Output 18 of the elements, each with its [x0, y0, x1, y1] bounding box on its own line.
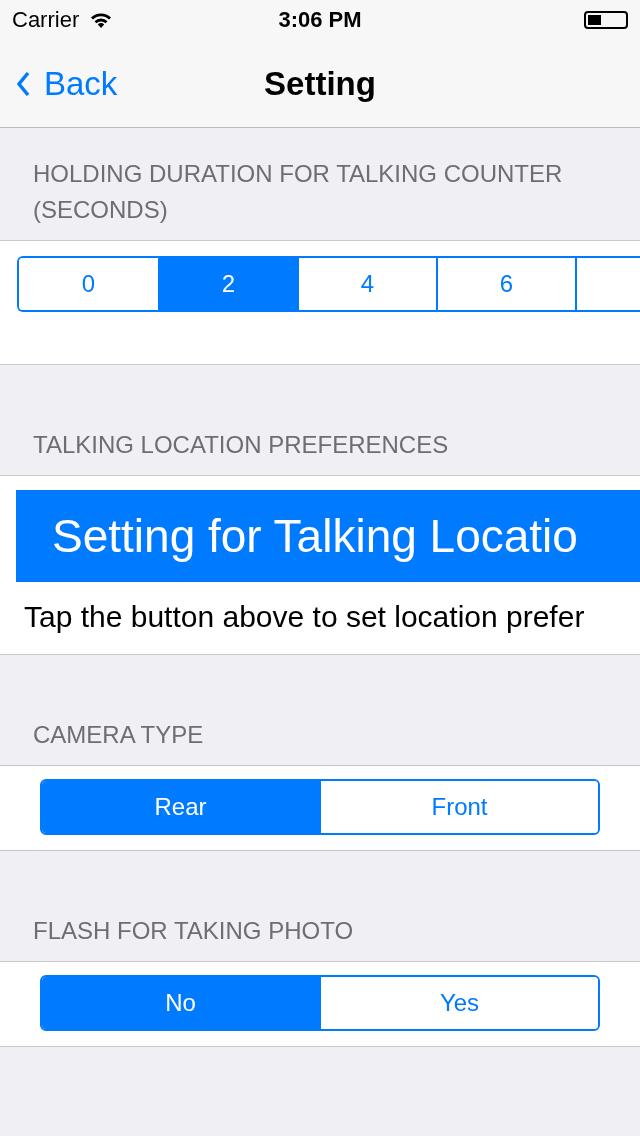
- chevron-icon: [16, 70, 30, 97]
- back-button[interactable]: Back: [0, 64, 118, 103]
- screen-title: Setting: [264, 64, 376, 103]
- wifi-icon: [89, 11, 114, 29]
- segment-option[interactable]: Front: [319, 781, 598, 833]
- hint-text: Tap the button above to set location prefer: [23, 599, 586, 634]
- section-header: CAMERA TYPE: [32, 720, 205, 750]
- segment-option[interactable]: No: [42, 977, 319, 1029]
- section-header: TALKING LOCATION PREFERENCES: [32, 430, 450, 460]
- battery-icon: [584, 11, 628, 29]
- carrier-name: Carrier: [12, 7, 80, 33]
- status-time: 3:06 PM: [278, 7, 362, 33]
- segment-option[interactable]: 2: [158, 258, 297, 310]
- section-header: HOLDING DURATION FOR TALKING COUNTER (SECONDS): [32, 159, 564, 225]
- segment-option[interactable]: Rear: [42, 781, 319, 833]
- segment-option[interactable]: Yes: [319, 977, 598, 1029]
- section-header: FLASH FOR TAKING PHOTO: [32, 916, 355, 946]
- location-settings-button[interactable]: Setting for Talking Locatio: [16, 490, 640, 582]
